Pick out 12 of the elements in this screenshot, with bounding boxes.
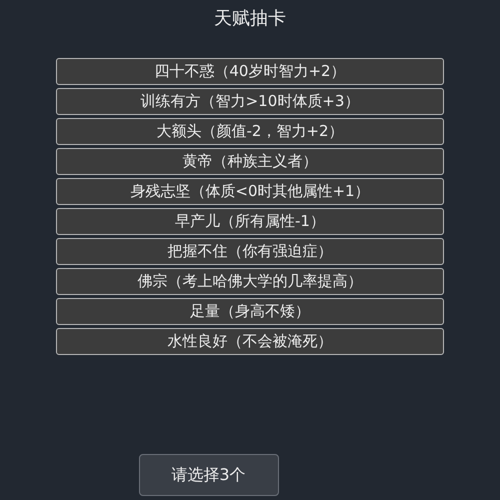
talent-card[interactable]: 早产儿（所有属性-1）	[56, 208, 444, 235]
talent-card[interactable]: 水性良好（不会被淹死）	[56, 328, 444, 355]
talent-card[interactable]: 身残志坚（体质<0时其他属性+1）	[56, 178, 444, 205]
talent-card[interactable]: 四十不惑（40岁时智力+2）	[56, 58, 444, 85]
talent-card[interactable]: 训练有方（智力>10时体质+3）	[56, 88, 444, 115]
talent-card[interactable]: 黄帝（种族主义者）	[56, 148, 444, 175]
screen-title: 天赋抽卡	[214, 7, 286, 31]
talent-card[interactable]: 大额头（颜值-2，智力+2）	[56, 118, 444, 145]
confirm-button[interactable]: 请选择3个	[138, 454, 278, 496]
talent-card[interactable]: 足量（身高不矮）	[56, 298, 444, 325]
talent-card[interactable]: 把握不住（你有强迫症）	[56, 238, 444, 265]
talent-card[interactable]: 佛宗（考上哈佛大学的几率提高）	[56, 268, 444, 295]
